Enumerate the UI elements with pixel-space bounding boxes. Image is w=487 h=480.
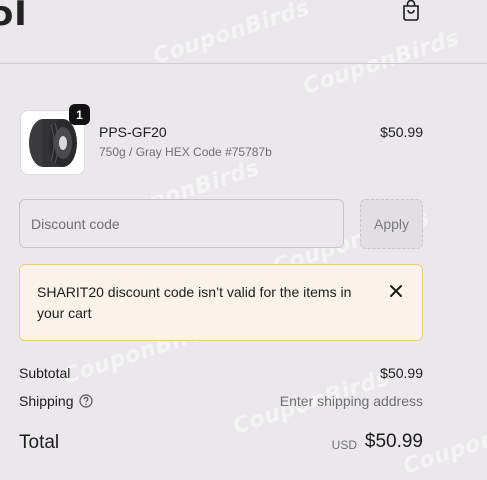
discount-code-input[interactable]: [19, 199, 344, 248]
discount-error-banner: SHARIT20 discount code isn’t valid for t…: [19, 264, 423, 341]
watermark: CouponBirds: [150, 0, 313, 70]
product-variant: 750g / Gray HEX Code #75787b: [99, 145, 272, 159]
discount-error-message: SHARIT20 discount code isn’t valid for t…: [37, 284, 352, 321]
question-mark-icon[interactable]: [79, 394, 93, 408]
currency-code: USD: [331, 438, 357, 452]
close-icon[interactable]: [389, 284, 403, 298]
shopping-bag-icon[interactable]: [399, 0, 423, 22]
product-name: PPS-GF20: [99, 124, 167, 140]
subtotal-value: $50.99: [380, 365, 423, 381]
total-value: $50.99: [364, 431, 423, 452]
quantity-badge: 1: [69, 104, 90, 125]
subtotal-label: Subtotal: [19, 365, 71, 381]
product-price: $50.99: [380, 124, 423, 140]
total-label: Total: [19, 432, 60, 453]
shipping-value: Enter shipping address: [279, 393, 423, 409]
apply-discount-button[interactable]: Apply: [360, 199, 423, 249]
header-divider: [0, 63, 487, 64]
shipping-label: Shipping: [19, 393, 74, 409]
store-logo[interactable]: ɔI: [0, 0, 27, 34]
